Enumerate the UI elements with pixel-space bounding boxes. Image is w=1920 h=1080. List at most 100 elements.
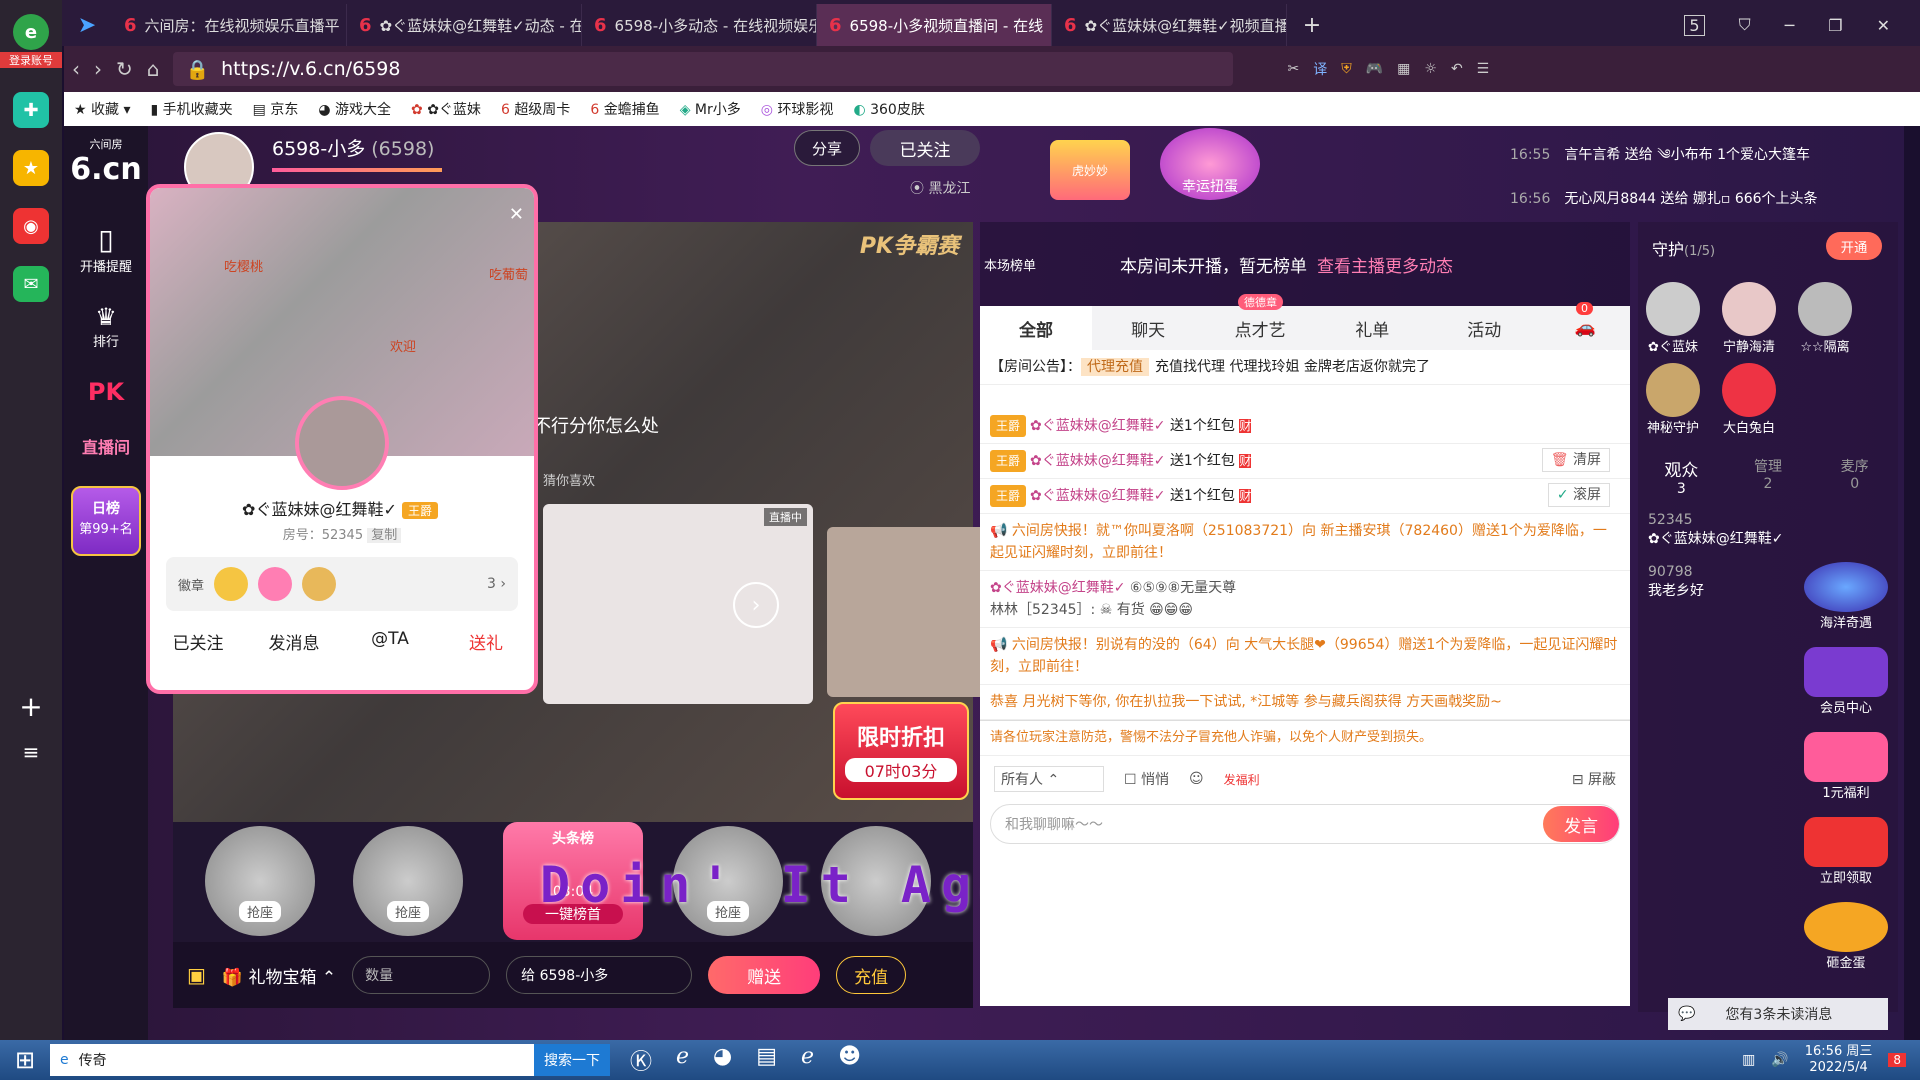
tab-all[interactable]: 全部 bbox=[980, 306, 1093, 350]
url-field[interactable]: 🔒 https://v.6.cn/6598 bbox=[173, 52, 1234, 86]
tab-mic[interactable]: 麦序 0 bbox=[1811, 456, 1898, 497]
guard-member[interactable]: ☆☆隔离 bbox=[1798, 282, 1852, 355]
tab-audience[interactable]: 观众 3 bbox=[1638, 456, 1725, 497]
recipient-select[interactable]: 所有人 ⌃ bbox=[994, 766, 1104, 792]
brightness-icon[interactable]: ☼ bbox=[1424, 61, 1437, 77]
seat[interactable]: 抢座 bbox=[353, 826, 463, 936]
gift-box-button[interactable]: 🎁 礼物宝箱 ⌃ bbox=[222, 963, 336, 988]
shield-icon[interactable]: ⛨ bbox=[1341, 61, 1352, 77]
tab-talent[interactable]: 点才艺 bbox=[1204, 306, 1316, 350]
promo-egg[interactable]: 砸金蛋 bbox=[1804, 902, 1888, 971]
guard-member[interactable]: 大白兔白 bbox=[1722, 363, 1776, 436]
next-arrow-icon[interactable]: › bbox=[733, 582, 779, 628]
nav-pk[interactable]: PK bbox=[64, 364, 148, 420]
tab-chat[interactable]: 聊天 bbox=[1092, 306, 1204, 350]
chat-user[interactable]: ✿ぐ蓝妹妹@红舞鞋✓ bbox=[1030, 418, 1165, 434]
promo-claim[interactable]: 立即领取 bbox=[1804, 817, 1888, 886]
tab-1[interactable]: 6 六间房：在线视频娱乐直播平 bbox=[112, 4, 347, 46]
tab-activity[interactable]: 活动 bbox=[1428, 306, 1540, 350]
lucky-egg-banner[interactable]: 幸运扭蛋 bbox=[1160, 128, 1260, 200]
guard-member[interactable]: 宁静海清 bbox=[1722, 282, 1776, 355]
menu-icon[interactable]: ≡ bbox=[0, 740, 62, 764]
start-button[interactable]: ⊞ bbox=[0, 1040, 50, 1080]
followed-button[interactable]: 已关注 bbox=[150, 629, 246, 654]
new-tab-button[interactable]: + bbox=[1287, 4, 1337, 46]
shield-button[interactable]: ⊟ 屏蔽 bbox=[1572, 769, 1616, 789]
home-icon[interactable]: ⌂ bbox=[147, 57, 160, 81]
mention-button[interactable]: @TA bbox=[342, 629, 438, 654]
promo-ocean[interactable]: 海洋奇遇 bbox=[1804, 562, 1888, 631]
emoji-icon[interactable]: ☺ bbox=[1189, 771, 1204, 787]
browser-app-icon[interactable]: ℯ bbox=[801, 1044, 814, 1076]
network-icon[interactable]: ▥ bbox=[1742, 1052, 1755, 1068]
daily-rank-badge[interactable]: 日榜 第99+名 bbox=[71, 486, 141, 556]
weibo-icon[interactable]: ◉ bbox=[13, 208, 49, 244]
tab-3[interactable]: 6 6598-小多动态 - 在线视频娱乐 bbox=[582, 4, 817, 46]
login-label[interactable]: 登录账号 bbox=[0, 52, 62, 68]
tab-2[interactable]: 6 ✿ぐ蓝妹妹@红舞鞋✓动态 - 在 bbox=[347, 4, 582, 46]
shirt-icon[interactable]: ⛉ bbox=[1739, 15, 1751, 35]
close-window-icon[interactable]: ✕ bbox=[1877, 16, 1890, 35]
browser-logo-icon[interactable]: e 登录账号 bbox=[0, 14, 62, 68]
nav-ranking[interactable]: ♛ 排行 bbox=[64, 289, 148, 364]
announce-tag[interactable]: 代理充值 bbox=[1081, 358, 1149, 376]
guard-member[interactable]: ✿ぐ蓝妹 bbox=[1646, 282, 1700, 355]
plus-app-icon[interactable]: ✚ bbox=[13, 92, 49, 128]
gift-banner-left[interactable]: 虎妙妙 bbox=[1050, 140, 1130, 200]
tab-5[interactable]: 6 ✿ぐ蓝妹妹@红舞鞋✓视频直播 bbox=[1052, 4, 1287, 46]
send-chat-button[interactable]: 发言 bbox=[1543, 806, 1619, 842]
copy-button[interactable]: 复制 bbox=[367, 528, 402, 543]
send-icon[interactable]: ➤ bbox=[62, 4, 112, 46]
share-button[interactable]: 分享 bbox=[794, 130, 860, 166]
guard-member[interactable]: 神秘守护 bbox=[1646, 363, 1700, 436]
tab-count[interactable]: 5 bbox=[1684, 14, 1705, 36]
bookmark-item[interactable]: ★ 收藏 ▾ bbox=[74, 99, 131, 119]
bookmark-item[interactable]: ◎ 环球影视 bbox=[761, 99, 834, 119]
game-icon[interactable]: 🎮 bbox=[1366, 61, 1383, 77]
send-gift-button[interactable]: 送礼 bbox=[438, 629, 534, 654]
ranking-label[interactable]: 本场榜单 bbox=[980, 255, 1040, 274]
chat-user[interactable]: ✿ぐ蓝妹妹@红舞鞋✓ bbox=[1030, 488, 1165, 504]
follow-button[interactable]: 已关注 bbox=[870, 130, 980, 166]
medal-row[interactable]: 徽章 3 › bbox=[166, 557, 518, 611]
viewer-item[interactable]: 90798 我老乡好 bbox=[1648, 564, 1783, 600]
clock[interactable]: 16:56 周三 2022/5/4 bbox=[1805, 1044, 1873, 1076]
undo-icon[interactable]: ↶ bbox=[1451, 61, 1463, 77]
notify-count[interactable]: 8 bbox=[1888, 1053, 1906, 1067]
open-guard-button[interactable]: 开通 bbox=[1826, 232, 1882, 260]
folder-icon[interactable]: ▤ bbox=[756, 1044, 777, 1076]
bookmark-item[interactable]: ◕ 游戏大全 bbox=[318, 99, 391, 119]
whisper-checkbox[interactable]: ☐ 悄悄 bbox=[1124, 769, 1169, 789]
reload-icon[interactable]: ↻ bbox=[116, 57, 133, 81]
send-gift-button[interactable]: 赠送 bbox=[708, 956, 821, 994]
promo-welfare[interactable]: 1元福利 bbox=[1804, 732, 1888, 801]
bookmark-item[interactable]: ◈ Mr小多 bbox=[680, 99, 741, 119]
discount-banner[interactable]: 限时折扣 07时03分 bbox=[833, 702, 969, 800]
hamburger-icon[interactable]: ☰ bbox=[1477, 61, 1490, 77]
back-icon[interactable]: ‹ bbox=[72, 57, 80, 81]
gift-box-icon[interactable]: ▣ bbox=[187, 963, 206, 987]
unread-messages[interactable]: 💬 您有3条未读消息 bbox=[1668, 998, 1888, 1030]
search-button[interactable]: 搜索一下 bbox=[534, 1044, 610, 1076]
tab-4[interactable]: 66598-小多视频直播间 - 在线✕ bbox=[817, 4, 1052, 46]
star-app-icon[interactable]: ★ bbox=[13, 150, 49, 186]
tab-gift-list[interactable]: 礼单 bbox=[1316, 306, 1428, 350]
ranking-link[interactable]: 查看主播更多动态 bbox=[1317, 252, 1453, 277]
chat-user[interactable]: ✿ぐ蓝妹妹@红舞鞋✓ bbox=[990, 580, 1125, 596]
bookmark-item[interactable]: ✿ ✿ぐ蓝妹 bbox=[411, 99, 481, 119]
add-icon[interactable]: + bbox=[0, 690, 62, 723]
nav-live-room[interactable]: 直播间 bbox=[64, 420, 148, 472]
tab-admin[interactable]: 管理 2 bbox=[1725, 456, 1812, 497]
bookmark-item[interactable]: 6 金蟾捕鱼 bbox=[590, 99, 659, 119]
quantity-input[interactable]: 数量 bbox=[352, 956, 491, 994]
taskbar-search[interactable]: e 传奇 搜索一下 bbox=[50, 1044, 610, 1076]
promo-vip[interactable]: 会员中心 bbox=[1804, 647, 1888, 716]
chat-user[interactable]: ✿ぐ蓝妹妹@红舞鞋✓ bbox=[1030, 453, 1165, 469]
mail-icon[interactable]: ✉ bbox=[13, 266, 49, 302]
welfare-button[interactable]: 发福利 bbox=[1224, 771, 1260, 788]
recipient-select[interactable]: 给 6598-小多 bbox=[506, 956, 693, 994]
grid-icon[interactable]: ▦ bbox=[1397, 61, 1410, 77]
message-button[interactable]: 发消息 bbox=[246, 629, 342, 654]
game-app-icon[interactable]: ☻ bbox=[838, 1044, 861, 1076]
clear-screen-button[interactable]: 🗑 清屏 bbox=[1541, 448, 1610, 472]
